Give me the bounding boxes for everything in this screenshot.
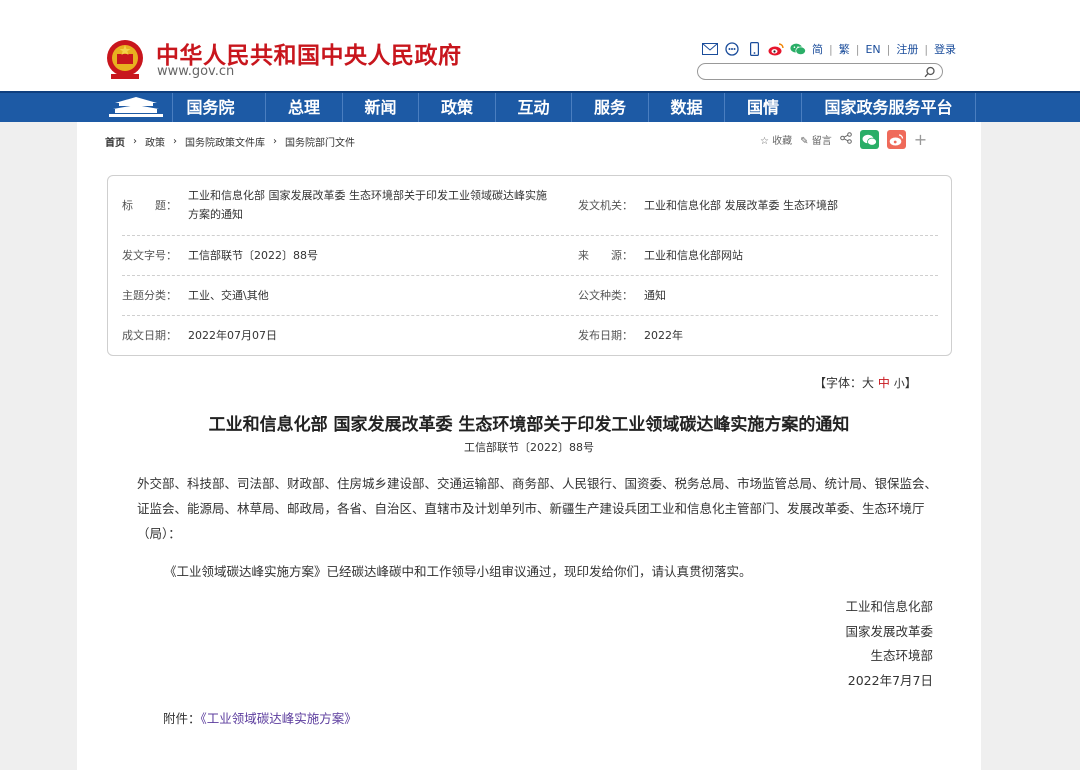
attachment: 附件：《工业领域碳达峰实施方案》	[163, 708, 357, 730]
mobile-icon[interactable]	[746, 42, 762, 56]
article-title: 工业和信息化部 国家发展改革委 生态环境部关于印发工业领域碳达峰实施方案的通知	[208, 415, 850, 435]
published-date-label: 发布日期：	[578, 329, 633, 342]
info-row-topic: 主题分类： 工业、交通\其他 公文种类： 通知	[122, 276, 938, 316]
search-input[interactable]	[706, 65, 916, 78]
source-label: 来 源：	[578, 249, 633, 262]
chevron-right-icon: ›	[133, 136, 137, 147]
tiananmen-icon[interactable]	[105, 95, 167, 119]
topic-value: 工业、交通\其他	[188, 289, 269, 302]
font-size-selector: 【字体：大 中 小】	[814, 376, 917, 390]
nav-item-national-info[interactable]: 国情	[724, 93, 801, 122]
article-doc-number: 工信部联节〔2022〕88号	[464, 441, 594, 454]
breadcrumb-dept-docs[interactable]: 国务院部门文件	[285, 134, 355, 149]
docno-label: 发文字号：	[122, 249, 177, 262]
title-value-line1: 工业和信息化部 国家发展改革委 生态环境部关于印发工业领域碳达峰实施	[188, 189, 547, 202]
star-icon: ☆	[760, 136, 769, 147]
signer-ndrc: 国家发展改革委	[845, 624, 933, 639]
doctype-value: 通知	[644, 289, 666, 302]
lang-traditional[interactable]: 繁	[839, 41, 850, 57]
chat-icon[interactable]	[724, 42, 740, 56]
weibo-share-icon[interactable]	[886, 130, 906, 149]
written-date-value: 2022年07月07日	[188, 329, 277, 342]
issuer-value: 工业和信息化部 发展改革委 生态环境部	[644, 199, 838, 212]
topic-label: 主题分类：	[122, 289, 177, 302]
article-body: 《工业领域碳达峰实施方案》已经碳达峰碳中和工作领导小组审议通过，现印发给你们，请…	[164, 564, 752, 579]
attachment-link[interactable]: 《工业领域碳达峰实施方案》	[201, 711, 357, 726]
chevron-right-icon: ›	[273, 136, 277, 147]
top-tools: 简 | 繁 | EN | 注册 | 登录	[702, 40, 956, 58]
comment-button[interactable]: ✎ 留言	[800, 132, 832, 147]
more-share-icon[interactable]: +	[914, 130, 927, 149]
site-url[interactable]: www.gov.cn	[157, 64, 234, 79]
issuer-label: 发文机关：	[578, 199, 633, 212]
wechat-share-icon[interactable]	[859, 130, 879, 149]
pencil-icon: ✎	[800, 136, 809, 147]
register-link[interactable]: 注册	[896, 41, 918, 57]
source-value: 工业和信息化部网站	[644, 249, 743, 262]
info-row-docno: 发文字号： 工信部联节〔2022〕88号 来 源： 工业和信息化部网站	[122, 236, 938, 276]
breadcrumb-home[interactable]: 首页	[105, 134, 125, 149]
written-date-label: 成文日期：	[122, 329, 177, 342]
login-link[interactable]: 登录	[934, 41, 956, 57]
lang-simplified[interactable]: 简	[812, 41, 823, 57]
national-emblem-icon	[107, 40, 143, 79]
document-info-box: 标 题： 工业和信息化部 国家发展改革委 生态环境部关于印发工业领域碳达峰实施 …	[107, 175, 952, 356]
weibo-icon[interactable]	[768, 42, 784, 56]
docno-value: 工信部联节〔2022〕88号	[188, 249, 318, 262]
article-recipients: 外交部、科技部、司法部、财政部、住房城乡建设部、交通运输部、商务部、人民银行、国…	[137, 476, 938, 541]
title-label: 标 题：	[122, 199, 177, 212]
nav-item-gov-service-platform[interactable]: 国家政务服务平台	[801, 93, 976, 122]
signer-mee: 生态环境部	[870, 648, 933, 663]
nav-item-interaction[interactable]: 互动	[495, 93, 571, 122]
breadcrumb-policy-library[interactable]: 国务院政策文件库	[185, 134, 265, 149]
breadcrumb: 首页 › 政策 › 国务院政策文件库 › 国务院部门文件	[105, 134, 355, 149]
font-size-small[interactable]: 小	[894, 377, 905, 390]
title-value-line2: 方案的通知	[188, 208, 243, 221]
article-date: 2022年7月7日	[847, 673, 933, 688]
nav-item-premier[interactable]: 总理	[265, 93, 342, 122]
share-tools: ☆ 收藏 ✎ 留言 +	[760, 130, 927, 149]
mail-icon[interactable]	[702, 42, 718, 56]
doctype-label: 公文种类：	[578, 289, 633, 302]
nav-item-news[interactable]: 新闻	[342, 93, 418, 122]
published-date-value: 2022年	[644, 329, 683, 342]
nav-item-data[interactable]: 数据	[648, 93, 724, 122]
attachment-label: 附件：	[163, 711, 201, 726]
nav-item-services[interactable]: 服务	[571, 93, 648, 122]
main-nav: 国务院 总理 新闻 政策 互动 服务 数据 国情 国家政务服务平台	[0, 91, 1080, 122]
lang-english[interactable]: EN	[865, 43, 880, 56]
nav-item-policy[interactable]: 政策	[418, 93, 495, 122]
breadcrumb-policy[interactable]: 政策	[145, 134, 165, 149]
site-header: 中华人民共和国中央人民政府 www.gov.cn 简 | 繁 | EN | 注册…	[0, 0, 1080, 91]
chevron-right-icon: ›	[173, 136, 177, 147]
font-size-large[interactable]: 大	[862, 376, 874, 390]
favorite-button[interactable]: ☆ 收藏	[760, 132, 792, 147]
search-box[interactable]	[697, 63, 943, 80]
info-row-title: 标 题： 工业和信息化部 国家发展改革委 生态环境部关于印发工业领域碳达峰实施 …	[122, 176, 938, 236]
nav-item-state-council[interactable]: 国务院	[172, 93, 248, 122]
font-size-medium[interactable]: 中	[878, 376, 890, 390]
search-icon[interactable]	[924, 66, 936, 78]
wechat-icon[interactable]	[790, 42, 806, 56]
info-row-dates: 成文日期： 2022年07月07日 发布日期： 2022年	[122, 316, 938, 356]
share-icon[interactable]	[839, 132, 852, 147]
signer-miit: 工业和信息化部	[845, 599, 933, 614]
